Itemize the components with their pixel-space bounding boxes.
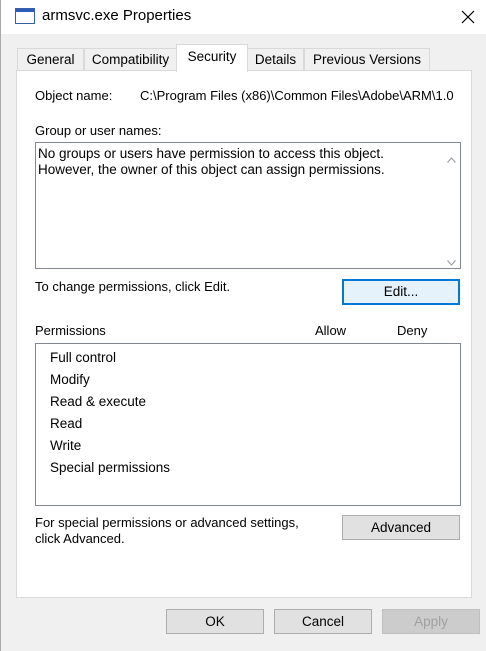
window-icon: [15, 8, 35, 24]
tab-security[interactable]: Security: [176, 44, 248, 72]
ok-button[interactable]: OK: [166, 609, 264, 634]
owner-assign-message: However, the owner of this object can as…: [38, 162, 385, 177]
close-icon[interactable]: [457, 4, 479, 28]
title-bar: armsvc.exe Properties: [1, 0, 486, 34]
group-user-list[interactable]: No groups or users have permission to ac…: [35, 142, 461, 269]
permission-full-control: Full control: [50, 350, 117, 365]
apply-button[interactable]: Apply: [382, 609, 480, 634]
list-scrollbar[interactable]: [443, 143, 460, 268]
tab-strip: General Compatibility Security Details P…: [17, 44, 486, 72]
scroll-up-icon[interactable]: [447, 151, 456, 163]
allow-column-header: Allow: [315, 323, 347, 338]
change-permissions-hint: To change permissions, click Edit.: [35, 279, 231, 294]
edit-button[interactable]: Edit...: [342, 279, 460, 305]
permission-write: Write: [50, 438, 82, 453]
tab-details[interactable]: Details: [247, 48, 304, 71]
no-groups-message: No groups or users have permission to ac…: [38, 146, 384, 161]
tab-general[interactable]: General: [17, 48, 84, 71]
permission-special: Special permissions: [50, 460, 171, 475]
properties-dialog: armsvc.exe Properties General Compatibil…: [0, 0, 486, 651]
deny-column-header: Deny: [397, 323, 428, 338]
tab-previous-versions[interactable]: Previous Versions: [304, 48, 430, 71]
cancel-button[interactable]: Cancel: [274, 609, 372, 634]
object-name-label: Object name:: [35, 88, 113, 103]
permission-read: Read: [50, 416, 83, 431]
advanced-button[interactable]: Advanced: [342, 515, 460, 540]
tab-compatibility[interactable]: Compatibility: [84, 48, 177, 71]
permissions-list[interactable]: Full control Modify Read & execute Read …: [35, 343, 461, 506]
permission-modify: Modify: [50, 372, 90, 387]
advanced-hint-line1: For special permissions or advanced sett…: [35, 515, 299, 530]
scroll-down-icon[interactable]: [447, 254, 456, 266]
advanced-hint-line2: click Advanced.: [35, 531, 125, 546]
group-user-names-label: Group or user names:: [35, 123, 162, 138]
window-title: armsvc.exe Properties: [42, 7, 192, 24]
permission-read-execute: Read & execute: [50, 394, 147, 409]
object-name-value: C:\Program Files (x86)\Common Files\Adob…: [140, 88, 454, 103]
permissions-label: Permissions: [35, 323, 106, 338]
